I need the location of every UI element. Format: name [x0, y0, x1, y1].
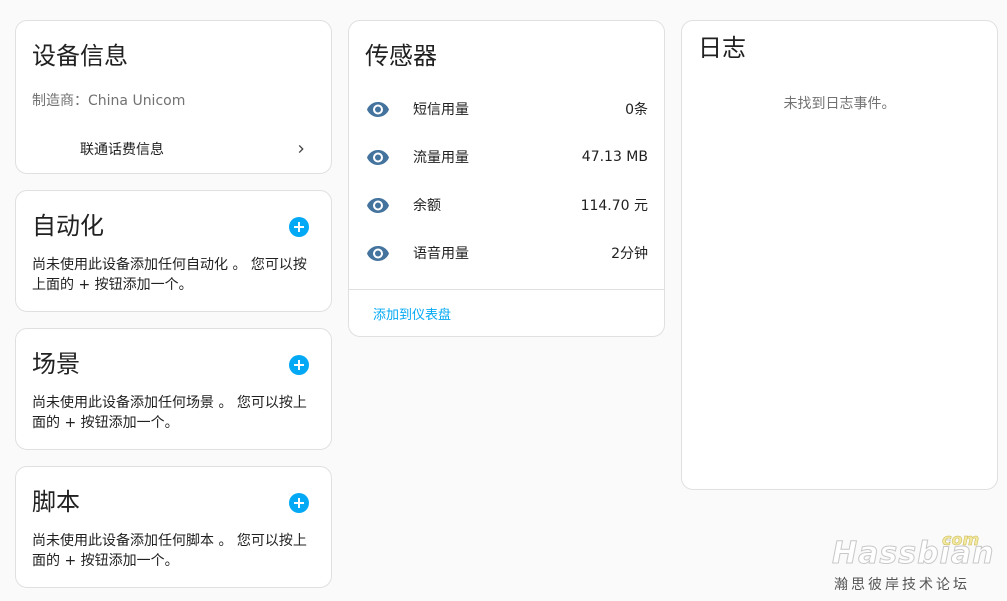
- watermark-subtitle: 瀚思彼岸技术论坛: [834, 577, 970, 593]
- card-divider: [349, 289, 664, 290]
- eye-icon: [367, 150, 389, 165]
- automation-description: 尚未使用此设备添加任何自动化 。 您可以按上面的 + 按钮添加一个。: [32, 257, 307, 293]
- sensor-value: 114.70 元: [580, 198, 648, 214]
- sensor-name: 余额: [413, 198, 441, 214]
- device-link-row[interactable]: 联通话费信息: [16, 129, 331, 169]
- device-link-label: 联通话费信息: [80, 142, 164, 158]
- sensors-title: 传感器: [365, 42, 437, 70]
- script-card: 脚本 尚未使用此设备添加任何脚本 。 您可以按上面的 + 按钮添加一个。: [15, 466, 332, 588]
- manufacturer-label: 制造商：: [32, 93, 88, 109]
- eye-icon: [367, 102, 389, 117]
- logbook-title: 日志: [698, 34, 746, 62]
- watermark-suffix: com: [942, 530, 980, 550]
- sensor-value: 0条: [625, 102, 648, 118]
- sensor-row[interactable]: 短信用量 0条: [349, 89, 664, 129]
- script-title: 脚本: [32, 488, 80, 516]
- automation-title: 自动化: [32, 212, 104, 240]
- add-scene-button[interactable]: [289, 355, 309, 375]
- sensor-name: 语音用量: [413, 246, 469, 262]
- manufacturer-value: China Unicom: [88, 93, 186, 109]
- manufacturer-text: 制造商：China Unicom: [32, 90, 185, 110]
- add-to-dashboard-button[interactable]: 添加到仪表盘: [373, 304, 451, 323]
- device-info-card: 设备信息 制造商：China Unicom 联通话费信息: [15, 20, 332, 174]
- sensor-name: 流量用量: [413, 150, 469, 166]
- scene-title: 场景: [32, 350, 80, 378]
- logbook-empty-text: 未找到日志事件。: [783, 96, 896, 112]
- add-script-button[interactable]: [289, 493, 309, 513]
- sensor-row[interactable]: 余额 114.70 元: [349, 185, 664, 225]
- automation-card: 自动化 尚未使用此设备添加任何自动化 。 您可以按上面的 + 按钮添加一个。: [15, 190, 332, 312]
- chevron-right-icon: [298, 145, 304, 153]
- sensor-value: 47.13 MB: [581, 149, 648, 165]
- logbook-card: 日志 未找到日志事件。: [681, 20, 998, 490]
- device-info-title: 设备信息: [32, 42, 128, 70]
- sensor-row[interactable]: 流量用量 47.13 MB: [349, 137, 664, 177]
- add-automation-button[interactable]: [289, 217, 309, 237]
- sensor-value: 2分钟: [611, 246, 648, 262]
- eye-icon: [367, 198, 389, 213]
- sensors-card: 传感器 短信用量 0条 流量用量 47.13 MB 余额 114.70 元 语音…: [348, 20, 665, 337]
- scene-description: 尚未使用此设备添加任何场景 。 您可以按上面的 + 按钮添加一个。: [32, 395, 307, 431]
- scene-card: 场景 尚未使用此设备添加任何场景 。 您可以按上面的 + 按钮添加一个。: [15, 328, 332, 450]
- watermark-logo: Hassbian com 瀚思彼岸技术论坛: [830, 530, 993, 593]
- eye-icon: [367, 246, 389, 261]
- sensor-row[interactable]: 语音用量 2分钟: [349, 233, 664, 273]
- sensor-name: 短信用量: [413, 102, 469, 118]
- script-description: 尚未使用此设备添加任何脚本 。 您可以按上面的 + 按钮添加一个。: [32, 533, 307, 569]
